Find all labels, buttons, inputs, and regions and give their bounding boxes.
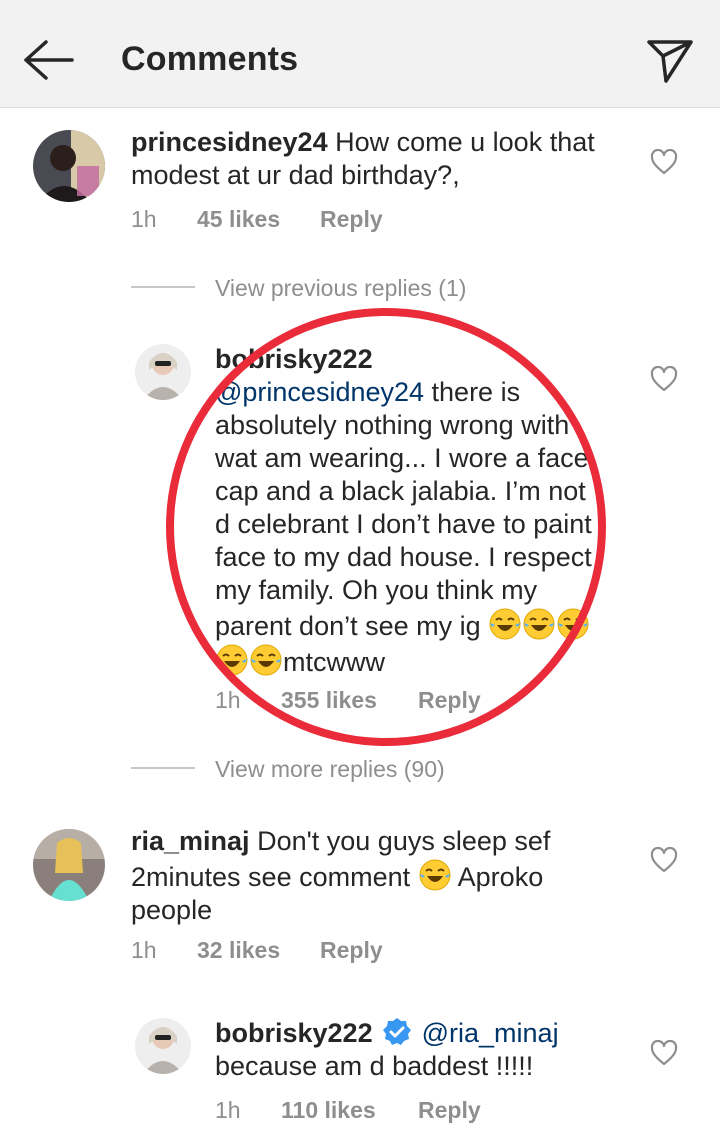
view-more-replies[interactable]: View more replies (90) xyxy=(215,756,445,783)
thread-divider xyxy=(131,286,195,288)
user-avatar-icon xyxy=(135,344,191,400)
comment-text-line: absolutely nothing wrong with xyxy=(215,410,570,440)
comment-text-line: cap and a black jalabia. I’m not xyxy=(215,476,586,506)
comment-text: there is xyxy=(424,377,521,407)
comment-time: 1h xyxy=(131,206,157,232)
reply-button[interactable]: Reply xyxy=(320,206,383,233)
comment-likes[interactable]: 32 likes xyxy=(197,937,280,964)
comment-username[interactable]: princesidney24 xyxy=(131,127,328,157)
like-heart-icon[interactable] xyxy=(650,1040,678,1066)
top-bar: Comments xyxy=(0,0,720,108)
mention-link[interactable]: @princesidney24 xyxy=(215,377,424,407)
tears-of-joy-emoji-icon xyxy=(489,608,521,640)
comment-time: 1h xyxy=(131,937,157,963)
comment-text-line: my family. Oh you think my xyxy=(215,575,538,605)
comment-text-line: wat am wearing... I wore a face xyxy=(215,443,589,473)
comment-likes[interactable]: 45 likes xyxy=(197,206,280,233)
comment-username[interactable]: bobrisky222 xyxy=(215,344,373,374)
comment-text: Don't you guys sleep sef xyxy=(257,826,551,856)
mention-link[interactable]: @ria_minaj xyxy=(422,1018,559,1048)
tears-of-joy-emoji-icon xyxy=(523,608,555,640)
comment-text: How come u look that xyxy=(335,127,595,157)
tears-of-joy-emoji-icon xyxy=(557,608,589,640)
user-avatar-icon xyxy=(33,829,105,901)
user-avatar-icon xyxy=(33,130,105,202)
reply-button[interactable]: Reply xyxy=(418,687,481,714)
comment-username[interactable]: ria_minaj xyxy=(131,826,250,856)
comment-text: because am d baddest !!!!! xyxy=(215,1051,534,1081)
reply-button[interactable]: Reply xyxy=(418,1097,481,1124)
tears-of-joy-emoji-icon xyxy=(419,859,451,891)
comment-text-line: face to my dad house. I respect xyxy=(215,542,592,572)
comment-likes[interactable]: 355 likes xyxy=(281,687,377,714)
comment-text-line: parent don’t see my ig xyxy=(215,611,481,641)
comment-body: princesidney24 How come u look that mode… xyxy=(131,126,651,192)
comment-time: 1h xyxy=(215,1097,241,1123)
user-avatar-icon xyxy=(135,1018,191,1074)
reply-body: bobrisky222 @princesidney24 there is abs… xyxy=(215,343,635,679)
reply-body: bobrisky222 @ria_minaj because am d badd… xyxy=(215,1017,635,1083)
comment-text-line: d celebrant I don’t have to paint xyxy=(215,509,592,539)
avatar-princesidney24[interactable] xyxy=(33,130,105,202)
comment-likes[interactable]: 110 likes xyxy=(281,1097,376,1124)
like-heart-icon[interactable] xyxy=(650,149,678,175)
comment-username[interactable]: bobrisky222 xyxy=(215,1018,373,1048)
avatar-bobrisky222[interactable] xyxy=(135,1018,191,1074)
like-heart-icon[interactable] xyxy=(650,366,678,392)
verified-badge-icon xyxy=(383,1018,412,1045)
like-heart-icon[interactable] xyxy=(650,847,678,873)
direct-send-icon[interactable] xyxy=(644,34,696,86)
comment-body: ria_minaj Don't you guys sleep sef 2minu… xyxy=(131,825,651,927)
avatar-bobrisky222[interactable] xyxy=(135,344,191,400)
avatar-ria-minaj[interactable] xyxy=(33,829,105,901)
back-arrow-icon[interactable] xyxy=(20,38,76,82)
comment-text-line: people xyxy=(131,895,213,925)
comment-text-line: mtcwww xyxy=(283,647,385,677)
comment-text-continued: modest at ur dad birthday?, xyxy=(131,160,460,190)
page-title: Comments xyxy=(121,40,299,78)
comment-text-line: Aproko xyxy=(457,862,544,892)
tears-of-joy-emoji-icon xyxy=(216,644,248,676)
thread-divider xyxy=(131,767,195,769)
comment-text-line: 2minutes see comment xyxy=(131,862,411,892)
reply-button[interactable]: Reply xyxy=(320,937,383,964)
comment-time: 1h xyxy=(215,687,241,713)
tears-of-joy-emoji-icon xyxy=(250,644,282,676)
view-previous-replies[interactable]: View previous replies (1) xyxy=(215,275,466,302)
